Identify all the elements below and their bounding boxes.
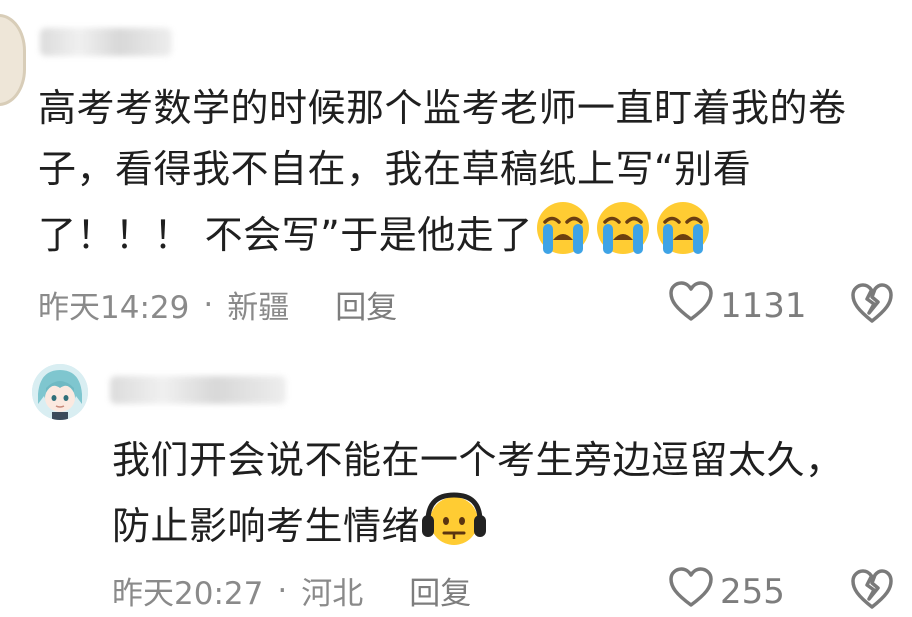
dislike-button[interactable] [850,568,894,614]
heart-icon [668,566,720,617]
timestamp: 昨天20:27 [112,576,264,612]
comment-content: 我们开会说不能在一个考生旁边逗留太久， 防止影响考生情绪 [112,430,844,557]
comment-item: 我们开会说不能在一个考生旁边逗留太久， 防止影响考生情绪 昨天20:27 · 河… [0,340,912,612]
reply-button[interactable]: 回复 [335,282,397,327]
like-button[interactable]: 255 [668,566,785,617]
avatar[interactable] [0,14,26,106]
location: 河北 [301,576,364,612]
avatar[interactable] [32,364,88,420]
comment-meta: 昨天14:29 · 新疆 回复 [38,282,397,327]
timestamp: 昨天14:29 [38,290,190,326]
content-line: 子，看得我不自在，我在草稿纸上写“别看 [38,147,752,191]
like-button[interactable]: 1131 [668,280,807,331]
crying-face-icon [593,200,653,256]
like-count: 1131 [720,285,807,326]
crying-face-icon [533,200,593,256]
comment-meta: 昨天20:27 · 河北 回复 [112,568,471,613]
content-line: 了！！！ 不会写”于是他走了 [38,200,847,266]
comment-content: 高考考数学的时候那个监考老师一直盯着我的卷 子，看得我不自在，我在草稿纸上写“别… [38,78,847,266]
headphones-face-icon [420,491,488,547]
content-line: 防止影响考生情绪 [112,491,844,557]
reply-button[interactable]: 回复 [409,568,471,613]
broken-heart-icon [850,569,894,614]
content-line: 我们开会说不能在一个考生旁边逗留太久， [112,438,844,482]
content-text: 了！！！ 不会写”于是他走了 [38,213,533,257]
username[interactable] [40,28,172,56]
like-count: 255 [720,571,785,612]
heart-icon [668,280,720,331]
crying-face-icon [653,200,713,256]
separator: · [277,572,288,609]
separator: · [203,286,214,323]
username[interactable] [110,376,286,404]
dislike-button[interactable] [850,282,894,328]
content-text: 防止影响考生情绪 [112,504,421,548]
location: 新疆 [227,290,290,326]
content-line: 高考考数学的时候那个监考老师一直盯着我的卷 [38,86,847,130]
comment-item: 高考考数学的时候那个监考老师一直盯着我的卷 子，看得我不自在，我在草稿纸上写“别… [0,0,912,340]
broken-heart-icon [850,283,894,328]
